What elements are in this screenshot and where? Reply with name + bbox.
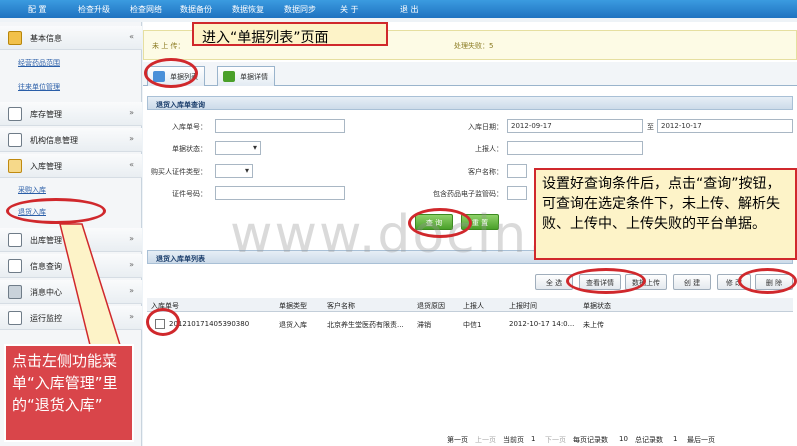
annotation-left: 点击左侧功能菜单“入库管理”里的“退货入库” [4, 344, 134, 442]
